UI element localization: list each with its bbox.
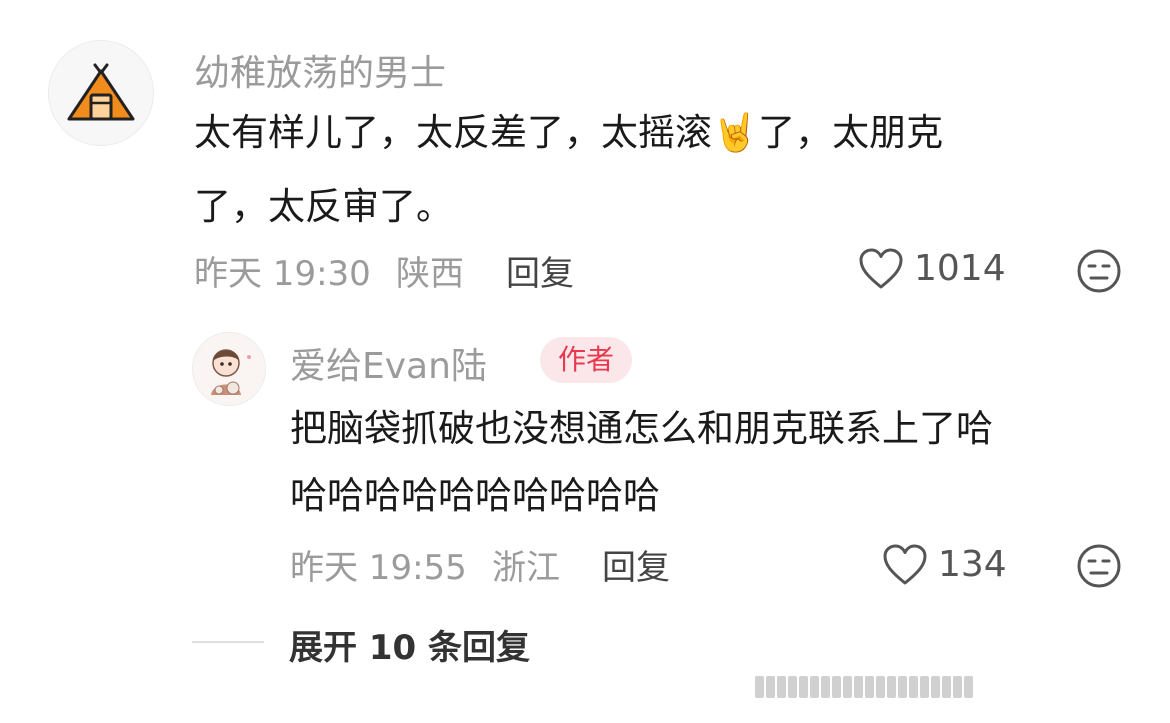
reply-username[interactable]: 爱给Evan陆 xyxy=(290,337,487,389)
reply-dislike-button[interactable] xyxy=(1076,543,1122,593)
comment-location: 陕西 xyxy=(396,254,464,294)
reply-text-line-2: 哈哈哈哈哈哈哈哈哈哈 xyxy=(290,474,660,517)
reply-like-count: 134 xyxy=(938,544,1007,585)
comment-timestamp: 昨天 19:30 xyxy=(194,254,371,294)
reply-button[interactable]: 回复 xyxy=(506,246,574,295)
reply-timestamp: 昨天 19:55 xyxy=(290,548,467,588)
face-icon xyxy=(1077,249,1121,293)
dislike-button[interactable] xyxy=(1076,248,1122,298)
heart-icon xyxy=(859,248,903,289)
tent-avatar-icon xyxy=(67,63,135,121)
reply-text-line-1: 把脑袋抓破也没想通怎么和朋克联系上了哈 xyxy=(290,407,993,450)
reply-reply-button[interactable]: 回复 xyxy=(602,540,670,589)
reply-avatar[interactable] xyxy=(192,332,266,406)
comment-text-line-2: 了，太反审了。 xyxy=(194,185,453,228)
illustrated-avatar-icon xyxy=(194,334,265,405)
like-count: 1014 xyxy=(914,248,1006,289)
expand-replies-button[interactable]: 展开 10 条回复 xyxy=(289,620,530,669)
comment-text-line-1: 太有样儿了，太反差了，太摇滚🤘了，太朋克 xyxy=(194,111,944,154)
expand-divider xyxy=(192,641,264,643)
heart-icon xyxy=(883,544,927,585)
author-badge: 作者 xyxy=(540,337,633,383)
face-icon xyxy=(1077,544,1121,588)
watermark xyxy=(755,676,973,698)
comment-username[interactable]: 幼稚放荡的男士 xyxy=(194,44,446,96)
reply-location: 浙江 xyxy=(492,548,560,588)
like-button[interactable] xyxy=(858,248,904,294)
avatar[interactable] xyxy=(48,40,154,146)
reply-like-button[interactable] xyxy=(882,544,928,590)
